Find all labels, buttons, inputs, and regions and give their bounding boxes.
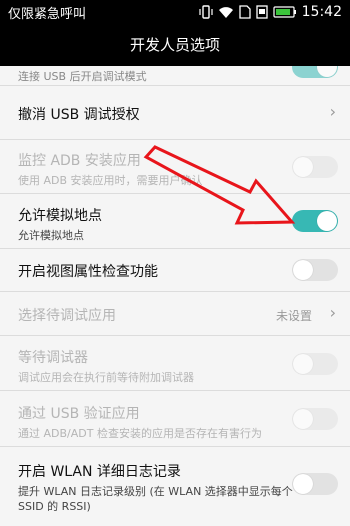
switch-knob xyxy=(293,474,313,494)
wait-debugger-row[interactable]: 等待调试器 调试应用会在执行前等待附加调试器 xyxy=(0,336,350,391)
view-attribute-title: 开启视图属性检查功能 xyxy=(18,264,158,280)
switch-knob xyxy=(317,211,337,231)
sim-card-icon xyxy=(238,5,251,19)
action-bar: 开发人员选项 xyxy=(0,24,350,66)
wlan-log-subtitle-line1: 提升 WLAN 日志记录级别 (在 WLAN 选择器中显示每个 xyxy=(18,485,293,498)
monitor-adb-row[interactable]: 监控 ADB 安装应用 使用 ADB 安装应用时，需要用户确认 xyxy=(0,140,350,194)
verify-usb-apps-subtitle: 通过 ADB/ADT 检查安装的应用是否存在有害行为 xyxy=(18,427,262,440)
vibrate-icon xyxy=(199,5,213,19)
switch-knob xyxy=(293,157,313,177)
revoke-usb-auth-row[interactable]: 撤消 USB 调试授权 › xyxy=(0,86,350,140)
verify-usb-apps-title: 通过 USB 验证应用 xyxy=(18,406,140,422)
battery-icon xyxy=(273,6,297,18)
usb-debugging-switch[interactable] xyxy=(292,66,338,78)
wlan-log-title: 开启 WLAN 详细日志记录 xyxy=(18,464,181,480)
usb-debugging-row[interactable]: 连接 USB 后开启调试模式 xyxy=(0,66,350,86)
wifi-icon xyxy=(218,5,234,19)
status-icons: 15:42 xyxy=(199,2,342,22)
view-attribute-row[interactable]: 开启视图属性检查功能 xyxy=(0,249,350,292)
verify-usb-apps-switch[interactable] xyxy=(292,408,338,430)
select-debug-app-value: 未设置 xyxy=(275,309,312,323)
monitor-adb-switch[interactable] xyxy=(292,156,338,178)
mock-location-row[interactable]: 允许模拟地点 允许模拟地点 xyxy=(0,194,350,249)
chevron-right-icon: › xyxy=(329,102,336,121)
wlan-log-switch[interactable] xyxy=(292,473,338,495)
carrier-text: 仅限紧急呼叫 xyxy=(8,7,87,22)
verify-usb-apps-row[interactable]: 通过 USB 验证应用 通过 ADB/ADT 检查安装的应用是否存在有害行为 xyxy=(0,391,350,447)
select-debug-app-title: 选择待调试应用 xyxy=(18,308,116,324)
status-bar: 仅限紧急呼叫 15:42 xyxy=(0,0,350,24)
monitor-adb-subtitle: 使用 ADB 安装应用时，需要用户确认 xyxy=(18,174,203,187)
status-time: 15:42 xyxy=(301,4,342,20)
view-attribute-switch[interactable] xyxy=(292,259,338,281)
monitor-adb-title: 监控 ADB 安装应用 xyxy=(18,153,141,169)
mock-location-title: 允许模拟地点 xyxy=(18,208,102,224)
switch-knob xyxy=(293,354,313,374)
switch-knob xyxy=(293,409,313,429)
wlan-log-subtitle-line2: SSID 的 RSSI) xyxy=(18,500,91,513)
page-title: 开发人员选项 xyxy=(129,36,220,54)
select-debug-app-row[interactable]: 选择待调试应用 未设置 › xyxy=(0,292,350,336)
switch-knob xyxy=(293,260,313,280)
wait-debugger-subtitle: 调试应用会在执行前等待附加调试器 xyxy=(18,371,194,384)
wait-debugger-title: 等待调试器 xyxy=(18,350,88,366)
wlan-log-row[interactable]: 开启 WLAN 详细日志记录 提升 WLAN 日志记录级别 (在 WLAN 选择… xyxy=(0,447,350,526)
screenshot-icon xyxy=(255,5,268,19)
mock-location-subtitle: 允许模拟地点 xyxy=(18,229,84,242)
chevron-right-icon: › xyxy=(329,303,336,322)
mock-location-switch[interactable] xyxy=(292,210,338,232)
settings-list[interactable]: 连接 USB 后开启调试模式 撤消 USB 调试授权 › 监控 ADB 安装应用… xyxy=(0,66,350,526)
usb-debugging-subtitle: 连接 USB 后开启调试模式 xyxy=(18,70,147,83)
switch-knob xyxy=(317,66,337,77)
wait-debugger-switch[interactable] xyxy=(292,353,338,375)
revoke-usb-auth-title: 撤消 USB 调试授权 xyxy=(18,107,140,123)
